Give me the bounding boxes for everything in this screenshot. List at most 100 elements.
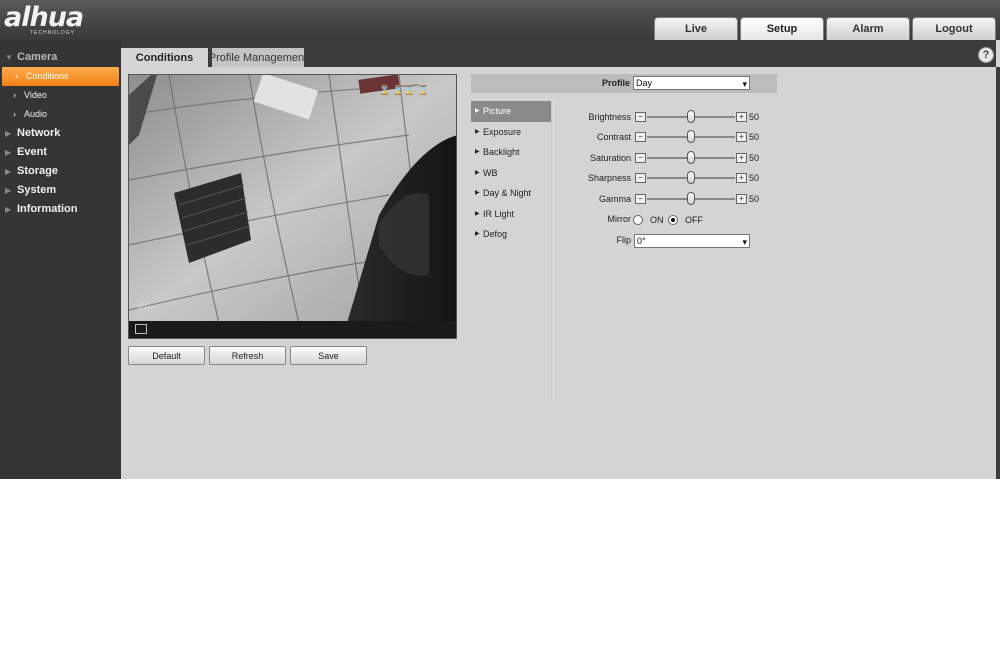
sub-nav-label: Day & Night: [483, 188, 532, 198]
triangle-right-icon: ▶: [475, 231, 480, 237]
triangle-right-icon: ▶: [5, 205, 12, 214]
header-bar: alhua TECHNOLOGY Live Setup Alarm Logout: [0, 0, 1000, 40]
brand-logo: alhua TECHNOLOGY: [4, 3, 114, 37]
sub-nav-label: Exposure: [483, 126, 522, 137]
profile-select-value: Day: [636, 78, 653, 88]
top-tab-live[interactable]: Live: [654, 17, 738, 40]
profile-label: Profile: [602, 78, 631, 88]
brightness-slider[interactable]: − +: [635, 110, 747, 123]
brand-tagline: TECHNOLOGY: [30, 30, 76, 36]
plus-icon[interactable]: +: [736, 173, 747, 183]
top-tab-logout[interactable]: Logout: [912, 17, 996, 40]
sidebar-item-video[interactable]: › Video: [0, 86, 121, 105]
sidebar-item-label: Information: [17, 203, 78, 215]
sub-nav-defog[interactable]: ▶ Defog: [471, 224, 552, 245]
sub-nav-label: Backlight: [483, 147, 520, 157]
chevron-right-icon: ›: [13, 109, 16, 119]
save-button[interactable]: Save: [290, 346, 367, 365]
sidebar-item-storage[interactable]: ▶ Storage: [0, 162, 121, 181]
mirror-off-label: OFF: [685, 215, 703, 225]
sidebar-item-event[interactable]: ▶ Event: [0, 143, 121, 162]
mirror-off-radio[interactable]: [668, 215, 678, 225]
plus-icon[interactable]: +: [736, 194, 747, 204]
chevron-down-icon: ▾: [742, 79, 747, 89]
camera-feed-image: ⌛ ⌛⌛ ⌛: [129, 75, 456, 323]
sub-nav-picture[interactable]: ▶ Picture: [471, 101, 552, 122]
triangle-right-icon: ▶: [5, 167, 12, 176]
sidebar-item-label: Camera: [17, 51, 58, 63]
default-button[interactable]: Default: [128, 346, 205, 365]
sidebar: ▼ Camera › Conditions › Video › Audio ▶ …: [0, 40, 121, 479]
slider-thumb[interactable]: [687, 110, 695, 123]
slider-thumb[interactable]: [687, 171, 695, 184]
slider-thumb[interactable]: [687, 151, 695, 164]
sub-nav-label: WB: [483, 167, 498, 178]
video-toolbar: [129, 321, 456, 338]
minus-icon[interactable]: −: [635, 194, 646, 204]
saturation-slider[interactable]: − +: [635, 151, 747, 164]
sharpness-value: 50: [749, 173, 760, 183]
flip-select[interactable]: 0° ▾: [634, 234, 750, 248]
brightness-label: Brightness: [588, 112, 631, 122]
contrast-label: Contrast: [596, 132, 631, 142]
sidebar-item-label: System: [17, 184, 57, 196]
top-tab-alarm[interactable]: Alarm: [826, 17, 910, 40]
sub-nav-ir-light[interactable]: ▶ IR Light: [471, 204, 552, 225]
sub-nav-label: IR Light: [483, 208, 515, 219]
sub-nav-label: Defog: [483, 229, 508, 239]
sidebar-item-audio[interactable]: › Audio: [0, 105, 121, 124]
settings-sub-nav: ▶ Picture ▶ Exposure ▶ Backlight ▶ WB ▶ Day &…: [471, 101, 552, 401]
profile-bar: Profile Day ▾: [471, 74, 777, 93]
sidebar-item-information[interactable]: ▶ Information: [0, 200, 121, 219]
sidebar-item-label: Storage: [17, 165, 58, 177]
sidebar-item-label: Network: [17, 127, 61, 139]
fullscreen-icon[interactable]: [135, 324, 147, 334]
sub-nav-exposure[interactable]: ▶ Exposure: [471, 122, 552, 143]
gamma-slider[interactable]: − +: [635, 192, 747, 205]
sidebar-item-camera[interactable]: ▼ Camera: [0, 48, 121, 67]
content-panel: Conditions Profile Management ? ⌛ ⌛⌛ ⌛ I…: [121, 40, 996, 479]
top-tab-setup[interactable]: Setup: [740, 17, 824, 40]
sidebar-item-conditions[interactable]: › Conditions: [2, 67, 119, 86]
minus-icon[interactable]: −: [635, 173, 646, 183]
gamma-label: Gamma: [598, 194, 631, 204]
video-overlay-label: IPC: [137, 302, 151, 311]
tab-conditions[interactable]: Conditions: [121, 48, 208, 67]
chevron-down-icon: ▾: [742, 237, 747, 247]
triangle-right-icon: ▶: [475, 108, 480, 114]
triangle-right-icon: ▶: [5, 129, 12, 138]
mirror-on-label: ON: [650, 215, 664, 225]
brand-name: alhua: [4, 2, 84, 33]
minus-icon[interactable]: −: [635, 153, 646, 163]
sidebar-item-system[interactable]: ▶ System: [0, 181, 121, 200]
triangle-right-icon: ▶: [475, 149, 480, 155]
triangle-down-icon: ▼: [5, 53, 13, 62]
sub-nav-day-night[interactable]: ▶ Day & Night: [471, 183, 552, 204]
sharpness-slider[interactable]: − +: [635, 171, 747, 184]
plus-icon[interactable]: +: [736, 112, 747, 122]
sidebar-item-label: Conditions: [26, 71, 69, 81]
slider-thumb[interactable]: [687, 130, 695, 143]
help-icon[interactable]: ?: [978, 47, 994, 63]
sub-nav-wb[interactable]: ▶ WB: [471, 163, 552, 184]
mirror-on-radio[interactable]: [633, 215, 643, 225]
chevron-right-icon: ›: [15, 71, 18, 81]
minus-icon[interactable]: −: [635, 112, 646, 122]
plus-icon[interactable]: +: [736, 153, 747, 163]
minus-icon[interactable]: −: [635, 132, 646, 142]
brightness-value: 50: [749, 112, 760, 122]
slider-thumb[interactable]: [687, 192, 695, 205]
sub-nav-backlight[interactable]: ▶ Backlight: [471, 142, 552, 163]
sub-nav-label: Picture: [483, 106, 512, 116]
saturation-value: 50: [749, 153, 760, 163]
sidebar-item-network[interactable]: ▶ Network: [0, 124, 121, 143]
profile-select[interactable]: Day ▾: [633, 76, 750, 90]
tab-profile-management[interactable]: Profile Management: [212, 48, 304, 67]
refresh-button[interactable]: Refresh: [209, 346, 286, 365]
plus-icon[interactable]: +: [736, 132, 747, 142]
contrast-slider[interactable]: − +: [635, 130, 747, 143]
triangle-right-icon: ▶: [475, 128, 480, 135]
top-nav: Live Setup Alarm Logout: [654, 17, 996, 40]
flip-select-value: 0°: [637, 236, 646, 246]
gamma-value: 50: [749, 194, 760, 204]
